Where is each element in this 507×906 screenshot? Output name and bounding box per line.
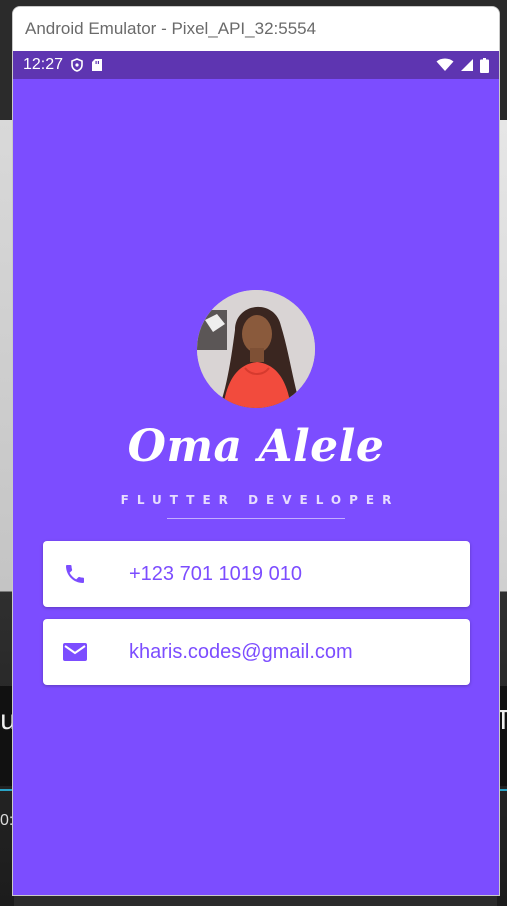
profile-title: FLUTTER DEVELOPER (120, 493, 400, 507)
status-bar: 12:27 (13, 51, 499, 79)
email-address: kharis.codes@gmail.com (129, 640, 353, 663)
shield-icon (71, 58, 83, 72)
phone-icon (62, 561, 88, 587)
phone-number: +123 701 1019 010 (129, 562, 302, 585)
device-screen: 12:27 Oma Alele FLUTTER DEVELOPER +123 7… (13, 51, 499, 895)
wifi-icon (436, 58, 454, 72)
window-title: Android Emulator - Pixel_API_32:5554 (25, 19, 317, 38)
sd-card-icon (91, 58, 103, 72)
email-card[interactable]: kharis.codes@gmail.com (43, 619, 470, 685)
emulator-window: Android Emulator - Pixel_API_32:5554 12:… (12, 6, 500, 896)
status-time: 12:27 (23, 56, 64, 73)
app-content: Oma Alele FLUTTER DEVELOPER +123 701 101… (13, 79, 499, 895)
signal-icon (460, 58, 474, 72)
profile-name: Oma Alele (127, 421, 385, 472)
phone-card[interactable]: +123 701 1019 010 (43, 541, 470, 607)
window-titlebar[interactable]: Android Emulator - Pixel_API_32:5554 (13, 7, 499, 51)
battery-icon (480, 57, 489, 73)
profile-avatar (197, 290, 315, 408)
mail-icon (62, 639, 88, 665)
divider (167, 518, 345, 519)
